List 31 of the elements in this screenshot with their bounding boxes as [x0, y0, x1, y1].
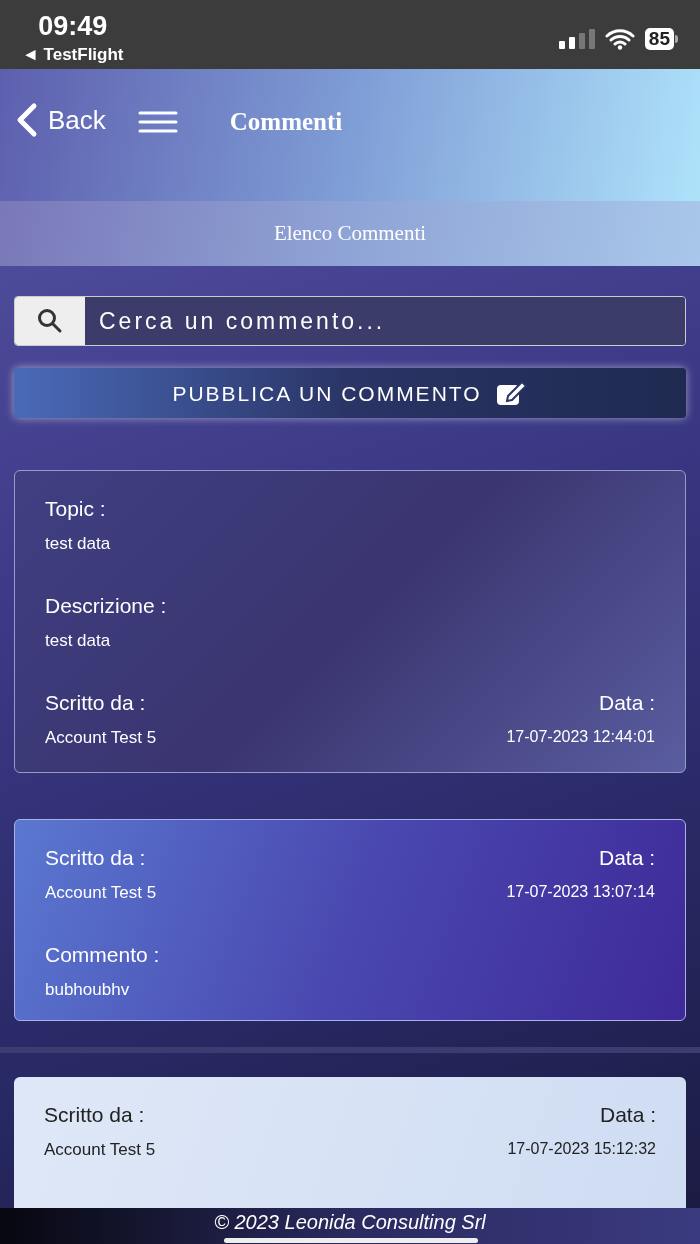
field-label: Descrizione :	[45, 593, 168, 620]
field-value: test data	[45, 629, 112, 652]
field-value: bubhoubhv	[45, 978, 131, 1001]
date-value: 17-07-2023 13:07:14	[506, 881, 655, 902]
publish-comment-button[interactable]: PUBBLICA UN COMMENTO	[14, 368, 686, 419]
section-title: Elenco Commenti	[273, 219, 427, 247]
author-name: Account Test 5	[45, 881, 157, 904]
author-label: Scritto da :	[44, 1102, 146, 1129]
field-value: test data	[45, 532, 112, 555]
author-name: Account Test 5	[44, 1138, 156, 1161]
field-label: Commento :	[45, 942, 161, 969]
menu-icon[interactable]	[137, 110, 178, 133]
copyright: © 2023 Leonida Consulting Srl	[214, 1210, 486, 1236]
page-title: Commenti	[229, 106, 343, 137]
author-label: Scritto da :	[45, 845, 147, 872]
back-button[interactable]: Back	[14, 100, 106, 140]
date-label: Data :	[598, 690, 655, 717]
wifi-icon	[604, 28, 635, 50]
app-back-link[interactable]: ◄ TestFlight	[22, 42, 124, 68]
author-label: Scritto da :	[45, 690, 147, 717]
author-name: Account Test 5	[45, 726, 157, 749]
edit-icon	[495, 380, 528, 407]
date-value: 17-07-2023 12:44:01	[506, 726, 655, 747]
date-label: Data :	[598, 845, 655, 872]
clock: 09:49	[38, 10, 108, 42]
date-value: 17-07-2023 15:12:32	[507, 1138, 656, 1159]
field-label: Topic :	[45, 496, 107, 523]
search-icon	[37, 308, 63, 335]
signal-icon	[558, 29, 595, 49]
search-field[interactable]: Cerca un commento...	[14, 296, 686, 347]
date-label: Data :	[599, 1102, 656, 1129]
